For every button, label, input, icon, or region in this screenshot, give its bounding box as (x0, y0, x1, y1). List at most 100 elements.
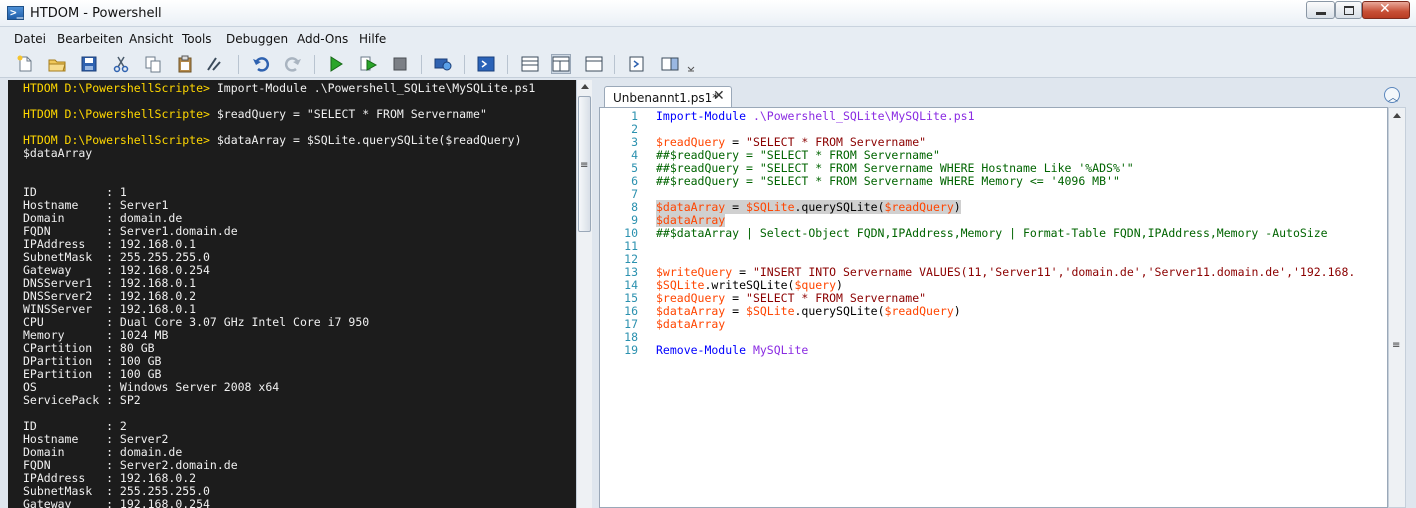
menu-bearbeiten[interactable]: Bearbeiten (57, 32, 123, 46)
toolbar-separator (507, 55, 508, 74)
line-number: 19 (624, 343, 638, 357)
menu-hilfe[interactable]: Hilfe (359, 32, 386, 46)
collapse-script-pane-button[interactable]: ︿ (1384, 87, 1400, 104)
console-line: HTDOM D:\PowershellScripte> Import-Modul… (23, 82, 535, 95)
console-scrollbar[interactable] (576, 80, 592, 508)
paste-icon[interactable] (175, 54, 195, 74)
code-token: $dataArray (656, 213, 726, 227)
maximize-button[interactable] (1335, 1, 1362, 19)
code-token: $SQLite (746, 200, 795, 214)
code-line[interactable]: Remove-Module MySQLite (656, 344, 1355, 357)
toolbar-separator (464, 55, 465, 74)
console-text: Gateway : 192.168.0.254 (23, 263, 210, 277)
menu-add-ons[interactable]: Add-Ons (297, 32, 348, 46)
console-text: Memory : 1024 MB (23, 328, 169, 342)
cut-icon[interactable] (111, 54, 131, 74)
console-line: HTDOM D:\PowershellScripte> $readQuery =… (23, 108, 535, 121)
code-token: $dataArray (656, 200, 726, 214)
tab-close-icon[interactable]: ✕ (713, 88, 725, 104)
toolbar-separator (238, 55, 239, 74)
layout-max-icon[interactable] (584, 54, 604, 74)
scroll-up-icon[interactable] (581, 84, 589, 89)
code-token: $readQuery (656, 135, 726, 149)
copy-icon[interactable] (143, 54, 163, 74)
code-token: ) (953, 304, 961, 318)
splitter-grip-icon[interactable]: ≡ (580, 160, 588, 171)
code-token: MySQLite (746, 343, 809, 357)
code-line[interactable]: Import-Module .\Powershell_SQLite\MySQLi… (656, 110, 1355, 123)
open-folder-icon[interactable] (47, 54, 67, 74)
splitter-grip-icon[interactable]: ≡ (1392, 340, 1400, 351)
console-text: CPU : Dual Core 3.07 GHz Intel Core i7 9… (23, 315, 370, 329)
console-line: HTDOM D:\PowershellScripte> $dataArray =… (23, 134, 535, 147)
code-line[interactable]: ##$dataArray | Select-Object FQDN,IPAddr… (656, 227, 1355, 240)
console-text: SubnetMask : 255.255.255.0 (23, 250, 210, 264)
code-token: = (732, 265, 753, 279)
show-command-pane-icon[interactable] (660, 54, 680, 74)
console-text: Hostname : Server1 (23, 198, 169, 212)
console-text: ID : 2 (23, 419, 127, 433)
run-script-icon[interactable] (326, 54, 346, 74)
save-icon[interactable] (79, 54, 99, 74)
scroll-up-icon[interactable] (1393, 113, 1401, 118)
tab-label: Unbenannt1.ps1* (613, 91, 719, 105)
code-token: = (725, 135, 747, 149)
toolbar-overflow-icon[interactable] (684, 54, 698, 74)
ise-window: >_ HTDOM - Powershell ✕ Datei Bearbeiten… (0, 0, 1416, 508)
menu-tools[interactable]: Tools (182, 32, 212, 46)
code-token: $dataArray (656, 317, 726, 331)
code-token: "SELECT * FROM Servername" (746, 291, 927, 305)
console-text: Hostname : Server2 (23, 432, 169, 446)
stop-icon[interactable] (390, 54, 410, 74)
code-line[interactable] (656, 240, 1355, 253)
code-token: "SELECT * FROM Servername" (746, 135, 927, 149)
title-bar[interactable]: >_ HTDOM - Powershell ✕ (0, 0, 1416, 27)
layout-top-icon[interactable] (520, 54, 540, 74)
menu-datei[interactable]: Datei (14, 32, 46, 46)
remote-powershell-icon[interactable] (433, 54, 453, 74)
console-text: DPartition : 100 GB (23, 354, 162, 368)
console-prompt: HTDOM D:\PowershellScripte> (23, 81, 210, 95)
console-text: DNSServer1 : 192.168.0.1 (23, 276, 197, 290)
maximize-icon (1344, 6, 1354, 15)
code-token: .\Powershell_SQLite\MySQLite.ps1 (746, 109, 975, 123)
new-file-icon[interactable] (15, 54, 35, 74)
code-area[interactable]: Import-Module .\Powershell_SQLite\MySQLi… (656, 110, 1355, 357)
console-text: SubnetMask : 255.255.255.0 (23, 484, 210, 498)
console-pane[interactable]: HTDOM D:\PowershellScripte> Import-Modul… (8, 80, 576, 508)
close-window-button[interactable]: ✕ (1362, 1, 1410, 19)
code-token: ##$dataArray | Select-Object FQDN,IPAddr… (656, 226, 1328, 240)
run-selection-icon[interactable] (358, 54, 378, 74)
code-token: = (725, 200, 747, 214)
menu-debuggen[interactable]: Debuggen (226, 32, 288, 46)
console-text: FQDN : Server2.domain.de (23, 458, 238, 472)
show-script-pane-icon[interactable] (627, 54, 647, 74)
script-editor[interactable]: 1 2 3 4 5 6 7 8 9 10 11 12 13 14 15 16 17 18 19 Import-Mod… (599, 107, 1388, 508)
layout-right-icon[interactable] (551, 54, 571, 74)
chevron-up-icon: ︿ (1388, 93, 1398, 104)
redo-icon[interactable] (283, 54, 303, 74)
code-token: .writeSQLite( (704, 278, 795, 292)
minimize-button[interactable] (1306, 1, 1335, 19)
toolbar-separator (421, 55, 422, 74)
code-line[interactable]: $dataArray = $SQLite.querySQLite($readQu… (656, 305, 1355, 318)
console-text: Domain : domain.de (23, 445, 183, 459)
code-line[interactable]: $dataArray = $SQLite.querySQLite($readQu… (656, 200, 1355, 214)
powershell-console-icon[interactable] (476, 54, 496, 74)
minimize-icon (1316, 12, 1326, 15)
undo-icon[interactable] (251, 54, 271, 74)
code-token: ) (836, 278, 843, 292)
tab-unbenannt1[interactable]: Unbenannt1.ps1* ✕ (604, 86, 732, 108)
code-line[interactable]: $dataArray (656, 318, 1355, 331)
code-token: $readQuery (884, 304, 954, 318)
code-token: $SQLite (746, 304, 795, 318)
toolbar-separator (614, 55, 615, 74)
code-token: ##$readQuery = "SELECT * FROM Servername… (656, 161, 1134, 175)
toolbar (0, 51, 1416, 78)
powershell-clear-icon[interactable] (204, 54, 224, 74)
editor-scrollbar[interactable] (1388, 107, 1406, 508)
code-line[interactable]: ##$readQuery = "SELECT * FROM Servername… (656, 175, 1355, 188)
console-text: $dataArray = $SQLite.querySQLite($readQu… (209, 133, 522, 147)
menu-ansicht[interactable]: Ansicht (129, 32, 173, 46)
